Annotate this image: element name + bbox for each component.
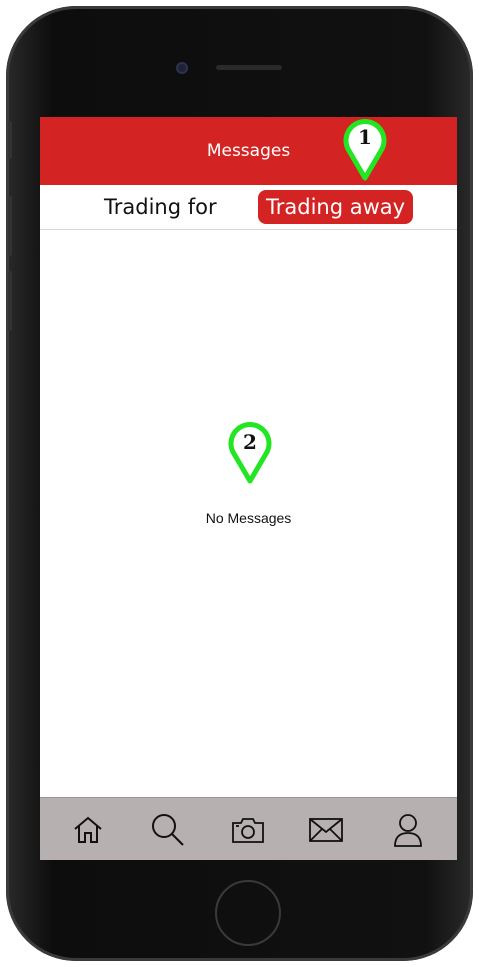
mail-icon[interactable] [308,812,344,848]
volume-up-button [8,196,12,256]
page-title: Messages [206,141,291,161]
tab-trading-away[interactable]: Trading away [258,190,414,224]
annotation-marker-2: 2 [228,422,272,484]
earpiece-speaker [216,65,282,70]
tab-trading-for[interactable]: Trading for [104,195,217,219]
camera-icon[interactable] [230,812,266,848]
search-icon[interactable] [150,812,186,848]
app-screen: Messages Trading for Trading away No Mes… [40,117,457,860]
home-icon[interactable] [70,812,106,848]
bottom-nav [40,797,457,860]
empty-state-text: No Messages [205,510,292,526]
home-button[interactable] [215,880,281,946]
annotation-marker-1: 1 [343,119,387,181]
volume-down-button [8,271,12,331]
mute-switch [8,121,12,159]
tab-bar: Trading for Trading away [40,185,457,230]
header-bar: Messages [40,117,457,185]
profile-icon[interactable] [390,812,426,848]
front-camera [176,62,188,74]
annotation-label-2: 2 [243,430,257,454]
annotation-label-1: 1 [358,125,372,149]
